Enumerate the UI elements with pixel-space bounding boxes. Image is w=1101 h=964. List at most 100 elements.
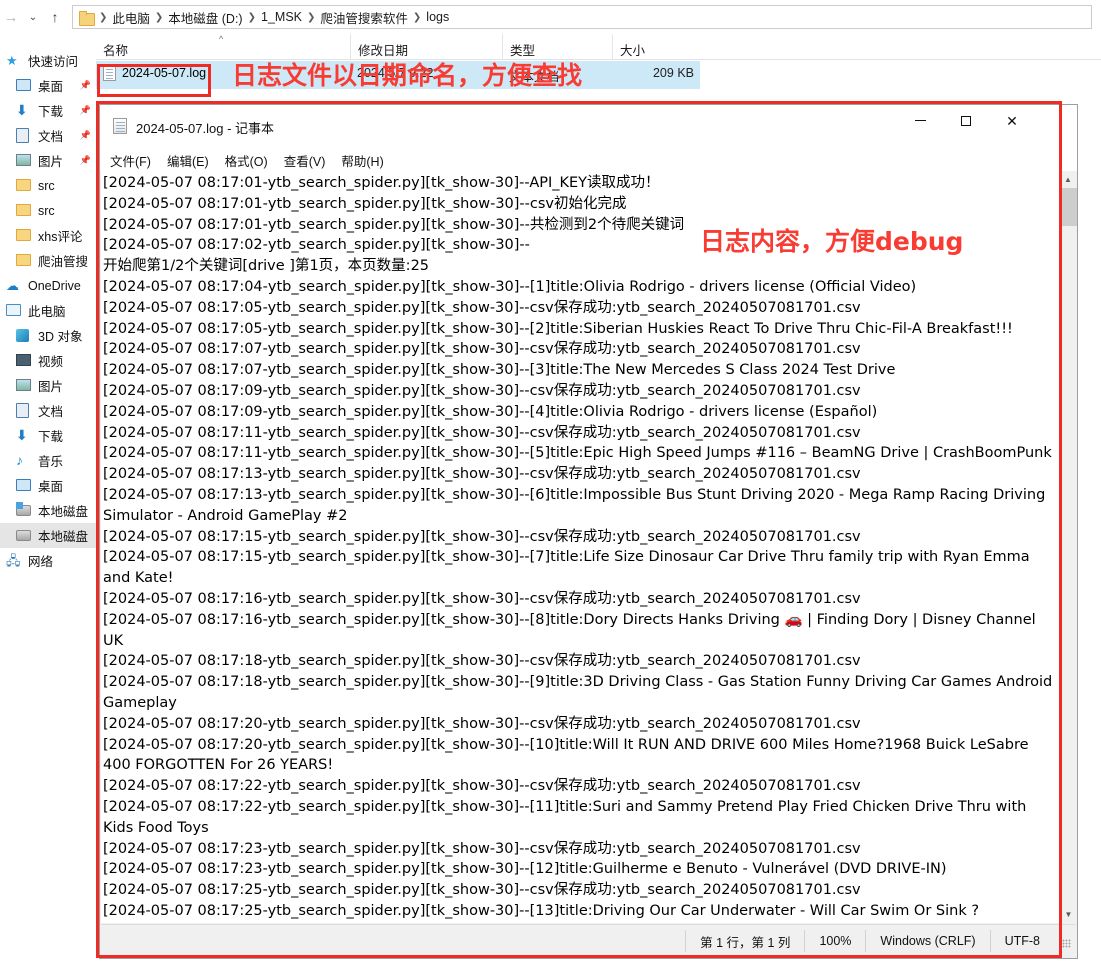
sidebar-item-7[interactable]: xhs评论: [0, 223, 96, 248]
sidebar-item-11[interactable]: 3D 对象: [0, 323, 96, 348]
status-encoding: UTF-8: [989, 930, 1054, 952]
sidebar-item-1[interactable]: 桌面 📌: [0, 73, 96, 98]
annotation-label-logcontent: 日志内容，方便debug: [700, 227, 964, 256]
sidebar-item-2[interactable]: ⬇ 下载 📌: [0, 98, 96, 123]
breadcrumb-item-2[interactable]: 1_MSK: [258, 10, 305, 24]
documents-icon-wrap: [16, 127, 33, 144]
sidebar-item-19[interactable]: 本地磁盘: [0, 523, 96, 548]
sidebar-item-label: 此电脑: [28, 305, 66, 319]
sidebar-item-label: 视频: [38, 355, 64, 369]
pin-icon[interactable]: 📌: [80, 130, 91, 141]
caret-down-icon[interactable]: ▼: [1060, 906, 1077, 923]
close-icon: ✕: [1006, 112, 1018, 129]
breadcrumb-separator: ❯: [247, 11, 256, 23]
navigation-pane[interactable]: ★ 快速访问 桌面 📌 ⬇ 下载 📌 文档 📌 图片 📌 src src xhs评论 爬油管搜 ☁ OneDri…: [0, 34, 96, 964]
folder-icon: [16, 254, 31, 266]
breadcrumb[interactable]: ❯ 此电脑 ❯ 本地磁盘 (D:) ❯ 1_MSK ❯ 爬油管搜索软件 ❯ lo…: [72, 5, 1092, 29]
sidebar-item-8[interactable]: 爬油管搜: [0, 248, 96, 273]
disk-icon: [16, 530, 31, 541]
sidebar-item-4[interactable]: 图片 📌: [0, 148, 96, 173]
sidebar-item-16[interactable]: ♪ 音乐: [0, 448, 96, 473]
sidebar-item-9[interactable]: ☁ OneDrive: [0, 273, 96, 298]
breadcrumb-separator: ❯: [99, 11, 108, 23]
sidebar-item-17[interactable]: 桌面: [0, 473, 96, 498]
network-icon: 🖧: [6, 553, 21, 568]
notepad-body: [2024-05-07 08:17:01-ytb_search_spider.p…: [101, 171, 1077, 923]
sidebar-item-6[interactable]: src: [0, 198, 96, 223]
disk-icon-wrap: [16, 527, 33, 544]
sidebar-item-0[interactable]: ★ 快速访问: [0, 48, 96, 73]
this-pc-icon: [6, 304, 21, 316]
sidebar-item-label: OneDrive: [28, 278, 81, 293]
sidebar-item-14[interactable]: 文档: [0, 398, 96, 423]
sidebar-item-10[interactable]: 此电脑: [0, 298, 96, 323]
address-bar: → ⌄ ↑ ❯ 此电脑 ❯ 本地磁盘 (D:) ❯ 1_MSK ❯ 爬油管搜索软…: [0, 0, 1101, 34]
desktop-icon: [16, 79, 31, 91]
system-disk-icon: [16, 505, 31, 516]
status-position: 第 1 行，第 1 列: [685, 930, 804, 952]
sidebar-item-label: 本地磁盘: [38, 530, 89, 544]
sidebar-item-label: 图片: [38, 380, 64, 394]
scrollbar-thumb[interactable]: [1060, 188, 1077, 226]
sidebar-item-label: 图片: [38, 155, 64, 169]
3d-objects-icon-wrap: [16, 327, 33, 344]
close-button[interactable]: ✕: [989, 105, 1035, 136]
sidebar-item-label: 快速访问: [28, 55, 79, 69]
folder-icon: [16, 204, 31, 216]
menu-item-1[interactable]: 编辑(E): [167, 151, 209, 170]
notepad-title-bar[interactable]: 2024-05-07.log - 记事本 ✕: [100, 105, 1077, 149]
column-header-3[interactable]: 大小: [612, 34, 700, 60]
folder-icon-wrap: [16, 202, 33, 219]
menu-item-4[interactable]: 帮助(H): [341, 151, 383, 170]
folder-icon: [16, 179, 31, 191]
star-icon: ★: [6, 53, 18, 68]
breadcrumb-item-1[interactable]: 本地磁盘 (D:): [165, 8, 245, 27]
sidebar-item-label: xhs评论: [38, 230, 83, 244]
download-icon-wrap: ⬇: [16, 102, 33, 119]
documents-icon: [16, 128, 29, 143]
sidebar-item-label: 爬油管搜: [38, 255, 89, 269]
sidebar-item-18[interactable]: 本地磁盘: [0, 498, 96, 523]
network-icon-wrap: 🖧: [6, 552, 23, 569]
notepad-menu-bar[interactable]: 文件(F) 编辑(E) 格式(O) 查看(V) 帮助(H): [100, 149, 1077, 171]
sidebar-item-12[interactable]: 视频: [0, 348, 96, 373]
pin-icon[interactable]: 📌: [80, 155, 91, 166]
pin-icon[interactable]: 📌: [80, 80, 91, 91]
menu-item-0[interactable]: 文件(F): [110, 151, 151, 170]
sidebar-item-label: 下载: [38, 105, 64, 119]
pictures-icon: [16, 379, 31, 391]
up-button[interactable]: ↑: [44, 5, 66, 29]
breadcrumb-separator: ❯: [412, 11, 422, 23]
menu-item-2[interactable]: 格式(O): [225, 151, 268, 170]
recent-locations-button[interactable]: ⌄: [22, 5, 44, 29]
sidebar-item-13[interactable]: 图片: [0, 373, 96, 398]
vertical-scrollbar[interactable]: ▲ ▼: [1059, 171, 1077, 923]
sidebar-item-3[interactable]: 文档 📌: [0, 123, 96, 148]
sidebar-item-label: 桌面: [38, 480, 64, 494]
maximize-button[interactable]: [943, 105, 989, 136]
breadcrumb-separator: ❯: [154, 11, 164, 23]
sidebar-item-20[interactable]: 🖧 网络: [0, 548, 96, 573]
this-pc-icon-wrap: [6, 302, 23, 319]
log-text-content[interactable]: [2024-05-07 08:17:01-ytb_search_spider.p…: [101, 171, 1059, 923]
sidebar-item-5[interactable]: src: [0, 173, 96, 198]
breadcrumb-item-0[interactable]: 此电脑: [109, 8, 153, 27]
system-disk-icon-wrap: [16, 502, 33, 519]
text-file-icon: [103, 65, 116, 81]
sidebar-item-15[interactable]: ⬇ 下载: [0, 423, 96, 448]
sidebar-item-label: 音乐: [38, 455, 64, 469]
caret-up-icon[interactable]: ▲: [1060, 171, 1076, 188]
notepad-title: 2024-05-07.log - 记事本: [136, 121, 275, 136]
download-icon-wrap: ⬇: [16, 427, 33, 444]
breadcrumb-item-3[interactable]: 爬油管搜索软件: [317, 8, 411, 27]
menu-item-3[interactable]: 查看(V): [284, 151, 326, 170]
breadcrumb-item-4[interactable]: logs: [423, 10, 452, 24]
minimize-button[interactable]: [897, 105, 943, 136]
file-size-cell: 209 KB: [652, 66, 694, 80]
pin-icon[interactable]: 📌: [80, 105, 91, 116]
music-icon-wrap: ♪: [16, 452, 33, 469]
forward-button[interactable]: →: [0, 5, 22, 29]
sidebar-item-label: src: [38, 178, 55, 193]
file-name-cell[interactable]: 2024-05-07.log: [103, 65, 206, 81]
resize-grip-icon[interactable]: [1054, 931, 1074, 951]
